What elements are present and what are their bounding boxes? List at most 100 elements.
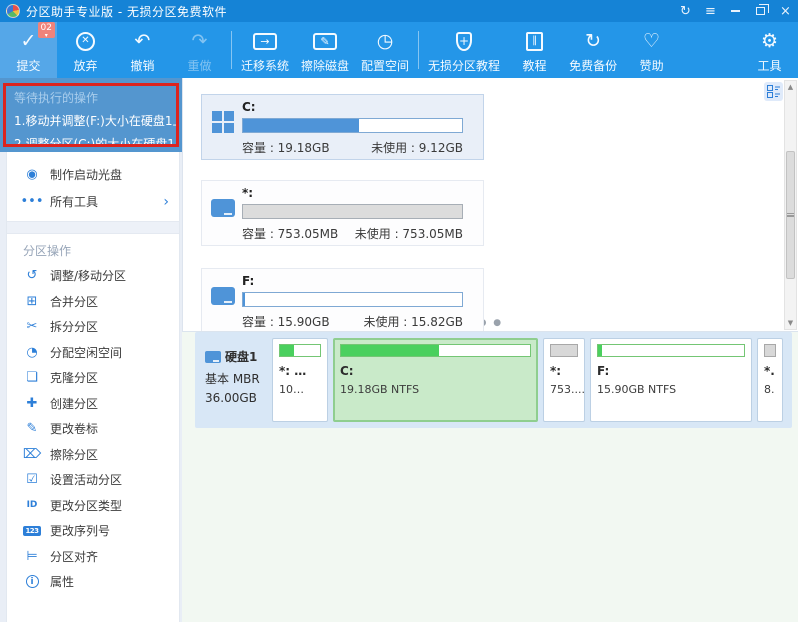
list-view-icon (767, 85, 780, 98)
volume-usage-bar (242, 292, 463, 307)
volume-usage-bar (242, 118, 463, 133)
toolbar-button-label: 配置空间 (361, 59, 410, 73)
sidebar-item-属性[interactable]: i 属性 (7, 569, 179, 595)
volume-capacity-label: 容量 : 15.90GB (242, 315, 330, 329)
sidebar-item-label: 更改分区类型 (50, 498, 123, 513)
toolbar-button-教程[interactable]: ‖ 教程 (506, 22, 563, 78)
scroll-down-icon[interactable]: ▼ (788, 317, 793, 329)
sidebar-quick-list: ◉ 制作启动光盘 ••• 所有工具 › (7, 152, 179, 215)
partition-size-label: 10… (279, 383, 304, 396)
sponsor-heart-icon: ♡ (643, 29, 661, 52)
toolbar-button-擦除磁盘[interactable]: ✎ 擦除磁盘 (295, 22, 355, 78)
sidebar-item-擦除分区[interactable]: ⌦ 擦除分区 (7, 442, 179, 468)
scrollbar-thumb[interactable] (786, 151, 795, 279)
refresh-button[interactable]: ↻ (673, 0, 698, 22)
sidebar-item-分配空闲空间[interactable]: ◔ 分配空闲空间 (7, 340, 179, 366)
sidebar-item-更改分区类型[interactable]: ID 更改分区类型 (7, 493, 179, 519)
volume-labels: 容量 : 15.90GB 未使用 : 15.82GB (242, 313, 463, 330)
disk-partition-block-C:[interactable]: C: 19.18GB NTFS (333, 338, 538, 422)
badge-caret-icon: ▾ (44, 32, 48, 39)
toolbar-button-撤销[interactable]: ↶ 撤销 (114, 22, 171, 78)
disk-partition-block-*:[interactable]: *: 753.... (543, 338, 585, 422)
sidebar-item-所有工具[interactable]: ••• 所有工具 › (7, 188, 179, 215)
change-serial-number-icon: 123 (23, 525, 41, 536)
menu-button[interactable]: ≡ (698, 0, 723, 22)
sidebar-item-制作启动光盘[interactable]: ◉ 制作启动光盘 (7, 161, 179, 188)
toolbar-button-label: 工具 (757, 59, 782, 73)
disk-partition-block-*.[interactable]: *. 8. (757, 338, 783, 422)
tutorial-book-icon: ‖ (526, 31, 544, 51)
main-toolbar: ✓ 提交 02 ▾ ✕ 放弃 ↶ 撤销 ↷ 重做 → 迁移系统 ✎ 擦除磁盘 ◷ 配置空间 + 无损分区教程 ‖ 教程… (0, 22, 798, 78)
pending-operations-title: 等待执行的操作 (14, 91, 99, 105)
view-toggle-button[interactable] (764, 82, 783, 101)
toolbar-button-赞助[interactable]: ♡ 赞助 (623, 22, 680, 78)
sidebar-item-分区对齐[interactable]: ⊨ 分区对齐 (7, 544, 179, 570)
sidebar-item-label: 分配空闲空间 (50, 345, 123, 360)
redo-icon: ↷ (191, 29, 208, 52)
sidebar-item-克隆分区[interactable]: ❏ 克隆分区 (7, 365, 179, 391)
volume-labels: 容量 : 19.18GB 未使用 : 9.12GB (242, 139, 463, 156)
disk-size: 36.00GB (205, 391, 257, 405)
sidebar-item-label: 创建分区 (50, 396, 99, 411)
sidebar-item-调整/移动分区[interactable]: ↺ 调整/移动分区 (7, 263, 179, 289)
toolbar-button-无损分区教程[interactable]: + 无损分区教程 (422, 22, 506, 78)
minimize-button[interactable] (723, 0, 748, 22)
partition-assistant-window: { "window": { "title": "分区助手专业版 - 无损分区免费… (0, 0, 798, 622)
toolbar-button-免费备份[interactable]: ↻ 免费备份 (563, 22, 623, 78)
toolbar-button-label: 提交 (16, 59, 41, 73)
merge-partition-icon: ⊞ (26, 293, 38, 309)
sidebar-item-合并分区[interactable]: ⊞ 合并分区 (7, 289, 179, 315)
volume-letter: *: (242, 186, 254, 200)
volume-card-F:[interactable]: F: 容量 : 15.90GB 未使用 : 15.82GB (201, 268, 484, 331)
wipe-disk-icon: ✎ (313, 32, 338, 50)
partition-usage-fill (341, 345, 440, 356)
disk-icon (211, 199, 235, 217)
pending-count-badge[interactable]: 02 ▾ (37, 22, 55, 39)
disk-partition-block-F:[interactable]: F: 15.90GB NTFS (590, 338, 752, 422)
partition-operations-list: ↺ 调整/移动分区 ⊞ 合并分区 ✂ 拆分分区 ◔ 分配空闲空间 ❏ 克隆分区 ✚ 创建分区 ✎ 更改卷标… (7, 263, 179, 595)
sidebar-item-更改序列号[interactable]: 123 更改序列号 (7, 518, 179, 544)
sidebar-item-label: 擦除分区 (50, 447, 99, 462)
scroll-up-icon[interactable]: ▲ (788, 81, 793, 93)
scrollbar-track[interactable] (785, 93, 796, 317)
sidebar-item-label: 更改卷标 (50, 422, 99, 437)
disk-info[interactable]: 硬盘1 基本 MBR 36.00GB (201, 338, 267, 422)
partition-size-label: 8. (764, 383, 775, 396)
menu-icon: ≡ (705, 3, 716, 19)
pending-operation-item: 1.移动并调整(F:)大小在硬盘1上 (14, 114, 179, 128)
volume-unused-label: 未使用 : 15.82GB (363, 315, 463, 329)
close-icon: × (780, 3, 791, 19)
all-tools-icon: ••• (20, 194, 44, 209)
partition-usage-bar (597, 344, 745, 357)
vertical-scrollbar[interactable]: ▲ ▼ (784, 80, 797, 330)
maximize-button[interactable] (748, 0, 773, 22)
toolbar-button-提交[interactable]: ✓ 提交 02 ▾ (0, 22, 57, 78)
close-button[interactable]: × (773, 0, 798, 22)
toolbar-button-工具[interactable]: ⚙ 工具 (741, 22, 798, 78)
toolbar-button-迁移系统[interactable]: → 迁移系统 (235, 22, 295, 78)
sidebar-item-label: 属性 (50, 575, 75, 590)
volume-card-*:[interactable]: *: 容量 : 753.05MB 未使用 : 753.05MB (201, 180, 484, 246)
maximize-icon (756, 4, 769, 15)
disk-partition-block-*: …[interactable]: *: … 10… (272, 338, 328, 422)
pending-operations-panel: 等待执行的操作 1.移动并调整(F:)大小在硬盘1上 2.调整分区(C:)的大小在… (0, 78, 182, 152)
sidebar-item-拆分分区[interactable]: ✂ 拆分分区 (7, 314, 179, 340)
sidebar-item-创建分区[interactable]: ✚ 创建分区 (7, 391, 179, 417)
sidebar: 等待执行的操作 1.移动并调整(F:)大小在硬盘1上 2.调整分区(C:)的大小在… (0, 78, 182, 622)
partition-usage-bar (340, 344, 531, 357)
disk-icon (211, 287, 235, 305)
sidebar-item-更改卷标[interactable]: ✎ 更改卷标 (7, 416, 179, 442)
free-backup-icon: ↻ (585, 29, 602, 52)
volume-letter: F: (242, 274, 255, 288)
toolbar-button-label: 撤销 (130, 59, 155, 73)
sidebar-item-label: 所有工具 (50, 195, 99, 209)
commit-check-icon: ✓ (20, 29, 37, 52)
toolbar-button-配置空间[interactable]: ◷ 配置空间 (355, 22, 415, 78)
sidebar-item-设置活动分区[interactable]: ☑ 设置活动分区 (7, 467, 179, 493)
undo-icon: ↶ (134, 29, 151, 52)
chevron-right-icon: › (163, 193, 169, 210)
volume-card-C:[interactable]: C: 容量 : 19.18GB 未使用 : 9.12GB (201, 94, 484, 160)
toolbar-button-放弃[interactable]: ✕ 放弃 (57, 22, 114, 78)
partition-name-label: *. (764, 364, 775, 378)
create-partition-icon: ✚ (26, 395, 38, 411)
